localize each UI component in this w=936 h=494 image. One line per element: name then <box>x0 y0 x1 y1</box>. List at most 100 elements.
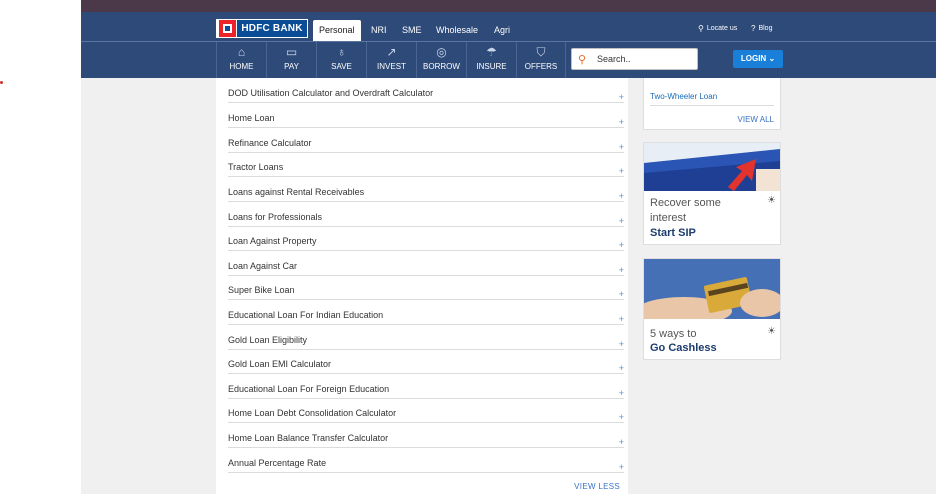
nav-home-label: HOME <box>229 62 254 71</box>
blog-link[interactable]: ? Blog <box>751 24 772 33</box>
expand-plus-icon[interactable]: + <box>619 117 624 127</box>
save-icon: ♁ <box>337 45 346 59</box>
expand-plus-icon[interactable]: + <box>619 289 624 299</box>
calculator-item[interactable]: Gold Loan EMI Calculator + <box>228 349 624 374</box>
promo-line-1: Recover some <box>650 197 721 209</box>
nav-insure-label: INSURE <box>476 62 507 71</box>
promo-line-1: 5 ways to <box>650 328 697 340</box>
view-less-link[interactable]: VIEW LESS <box>574 482 620 491</box>
promo-cta: Start SIP <box>650 227 696 239</box>
calculator-item[interactable]: Loan Against Property + <box>228 226 624 251</box>
promo-arrow-image <box>644 143 780 191</box>
expand-plus-icon[interactable]: + <box>619 166 624 176</box>
pay-icon: ▭ <box>285 45 298 59</box>
calculator-item[interactable]: Loans for Professionals + <box>228 202 624 227</box>
nav-borrow-label: BORROW <box>423 62 460 71</box>
calculator-item[interactable]: Educational Loan For Foreign Education + <box>228 374 624 399</box>
segment-agri[interactable]: Agri <box>494 20 510 41</box>
calculator-item[interactable]: Annual Percentage Rate + <box>228 448 624 473</box>
segment-personal[interactable]: Personal <box>313 20 361 41</box>
expand-plus-icon[interactable]: + <box>619 265 624 275</box>
main-nav: ⌂ HOME ▭ PAY ♁ SAVE ↗ INVEST ◎ BORROW ☂ … <box>81 42 936 78</box>
nav-pay[interactable]: ▭ PAY <box>266 42 316 78</box>
nav-pay-label: PAY <box>284 62 299 71</box>
chevron-down-icon: ⌄ <box>768 54 776 63</box>
locate-us-link[interactable]: ⚲ Locate us <box>698 24 737 33</box>
calculator-item[interactable]: Home Loan Debt Consolidation Calculator … <box>228 398 624 423</box>
calculator-item[interactable]: Gold Loan Eligibility + <box>228 325 624 350</box>
calculator-item[interactable]: Refinance Calculator + <box>228 128 624 153</box>
left-blank-area <box>0 0 81 494</box>
expand-plus-icon[interactable]: + <box>619 142 624 152</box>
calculator-item[interactable]: Home Loan Balance Transfer Calculator + <box>228 423 624 448</box>
expand-plus-icon[interactable]: + <box>619 191 624 201</box>
expand-plus-icon[interactable]: + <box>619 216 624 226</box>
hdfc-logo-mark-icon <box>219 20 236 37</box>
calculator-item[interactable]: Super Bike Loan + <box>228 275 624 300</box>
calculator-item[interactable]: Loan Against Car + <box>228 251 624 276</box>
search-icon: ⚲ <box>577 53 587 66</box>
expand-plus-icon[interactable]: + <box>619 240 624 250</box>
nav-borrow[interactable]: ◎ BORROW <box>416 42 466 78</box>
promo-card-cashless[interactable]: 5 ways to Go Cashless ☀ <box>643 258 781 360</box>
calculator-item-label: Annual Percentage Rate <box>228 458 327 468</box>
locate-us-label: Locate us <box>706 25 738 32</box>
segment-wholesale[interactable]: Wholesale <box>436 20 478 41</box>
expand-plus-icon[interactable]: + <box>619 363 624 373</box>
calculator-item-label: Home Loan <box>228 113 275 123</box>
calculator-item[interactable]: Home Loan + <box>228 103 624 128</box>
home-icon: ⌂ <box>237 45 246 59</box>
expand-plus-icon[interactable]: + <box>619 412 624 422</box>
nav-home[interactable]: ⌂ HOME <box>216 42 266 78</box>
expand-plus-icon[interactable]: + <box>619 437 624 447</box>
nav-offers[interactable]: ⛉ OFFERS <box>516 42 566 78</box>
nav-insure[interactable]: ☂ INSURE <box>466 42 516 78</box>
calculator-item-label: Home Loan Debt Consolidation Calculator <box>228 408 397 418</box>
calculator-item-label: Tractor Loans <box>228 162 284 172</box>
promo-card-payment-image <box>644 259 780 319</box>
borrow-icon: ◎ <box>436 45 447 59</box>
hdfc-logo[interactable]: HDFC BANK <box>216 19 308 38</box>
view-all-link[interactable]: VIEW ALL <box>738 115 774 124</box>
search-input[interactable] <box>597 54 697 64</box>
nav-save-label: SAVE <box>331 62 352 71</box>
promo-cta: Go Cashless <box>650 342 717 354</box>
red-dot-marker <box>0 81 3 84</box>
promo-line-2: interest <box>650 212 687 224</box>
calculator-item[interactable]: Educational Loan For Indian Education + <box>228 300 624 325</box>
calculator-item-label: Loan Against Property <box>228 236 317 246</box>
calculator-item-label: Educational Loan For Indian Education <box>228 310 384 320</box>
nav-save[interactable]: ♁ SAVE <box>316 42 366 78</box>
login-label: LOGIN <box>740 54 767 63</box>
segment-nri[interactable]: NRI <box>371 20 387 41</box>
calculator-item-label: Loans for Professionals <box>228 212 323 222</box>
expand-plus-icon[interactable]: + <box>619 92 624 102</box>
calculator-item[interactable]: DOD Utilisation Calculator and Overdraft… <box>228 78 624 103</box>
promo-card-sip[interactable]: Recover some interest Start SIP ☀ <box>643 142 781 245</box>
expand-plus-icon[interactable]: + <box>619 388 624 398</box>
sidebar-loans-card: Two-Wheeler Loan VIEW ALL <box>643 78 781 130</box>
header-top-bar: HDFC BANK Personal NRI SME Wholesale Agr… <box>81 12 936 41</box>
search-box: ⚲ <box>571 48 698 70</box>
calculator-item[interactable]: Loans against Rental Receivables + <box>228 177 624 202</box>
expand-plus-icon[interactable]: + <box>619 462 624 472</box>
help-circle-icon: ? <box>751 24 756 33</box>
invest-icon: ↗ <box>386 45 397 59</box>
bulb-icon: ☀ <box>767 195 776 206</box>
segment-sme[interactable]: SME <box>402 20 422 41</box>
login-button[interactable]: LOGIN ⌄ <box>733 50 783 68</box>
calculator-item-label: Super Bike Loan <box>228 285 295 295</box>
blog-label: Blog <box>758 25 773 32</box>
brand-name: HDFC BANK <box>237 20 307 37</box>
calculator-item[interactable]: Tractor Loans + <box>228 152 624 177</box>
calculator-item-label: Refinance Calculator <box>228 138 312 148</box>
nav-invest[interactable]: ↗ INVEST <box>366 42 416 78</box>
expand-plus-icon[interactable]: + <box>619 314 624 324</box>
two-wheeler-loan-link[interactable]: Two-Wheeler Loan <box>650 92 717 101</box>
calculator-item-label: Home Loan Balance Transfer Calculator <box>228 433 389 443</box>
nav-offers-label: OFFERS <box>524 62 558 71</box>
top-strip <box>81 0 936 12</box>
insure-icon: ☂ <box>486 45 497 59</box>
expand-plus-icon[interactable]: + <box>619 339 624 349</box>
offers-icon: ⛉ <box>536 45 546 59</box>
